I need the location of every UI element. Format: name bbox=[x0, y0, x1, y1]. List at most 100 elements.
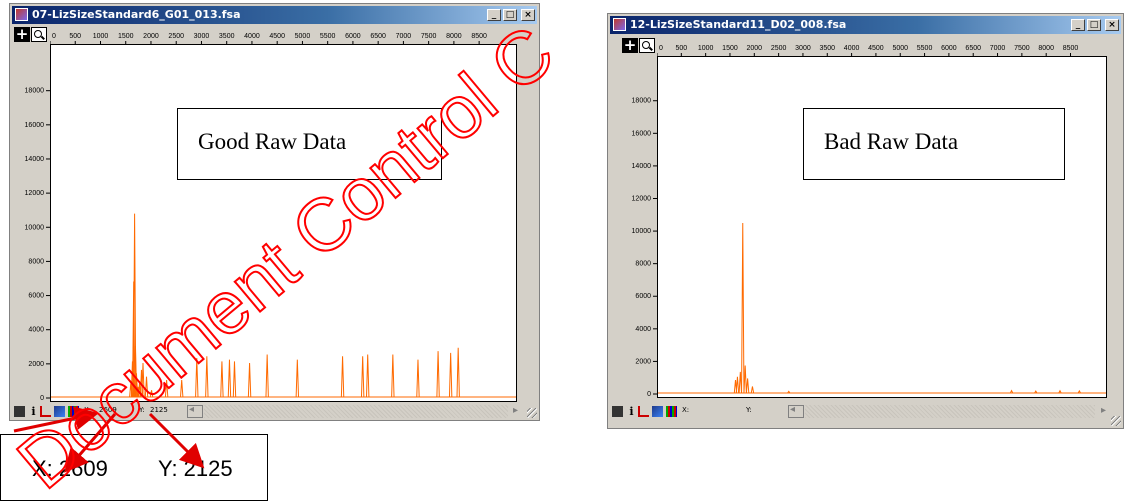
x-tick-label: 2500 bbox=[771, 45, 787, 52]
x-tick-label: 0 bbox=[659, 45, 663, 52]
maximize-button[interactable]: □ bbox=[1087, 19, 1101, 31]
y-tick-label: 2000 bbox=[28, 361, 44, 368]
crosshair-tool-icon[interactable]: + bbox=[622, 38, 638, 53]
scroll-right-button[interactable]: ▸ bbox=[509, 405, 522, 418]
color-bars-icon[interactable] bbox=[68, 406, 79, 417]
trace-peak bbox=[232, 361, 237, 398]
x-coord-value: 2609 bbox=[99, 406, 117, 414]
callout-x-text: X: 2609 bbox=[32, 456, 108, 481]
trace-peak bbox=[340, 356, 345, 398]
trace-peak bbox=[164, 379, 169, 398]
x-tick-label: 2500 bbox=[168, 33, 184, 40]
coordinate-callout: X: 2609 Y: 2125 bbox=[0, 434, 268, 501]
x-coord-label: X: bbox=[682, 406, 690, 414]
axis-icon[interactable] bbox=[40, 406, 51, 417]
right-y-axis: 0 2000 4000 6000 8000 10000 12000 14000 16000 180… bbox=[632, 98, 657, 398]
y-tick-label: 8000 bbox=[635, 261, 651, 268]
y-tick-label: 18000 bbox=[25, 88, 45, 95]
left-y-axis: 0 2000 4000 6000 8000 10000 12000 14000 16000 180… bbox=[25, 88, 50, 402]
x-tick-label: 7500 bbox=[1014, 45, 1030, 52]
y-tick-label: 0 bbox=[647, 391, 651, 398]
x-tick-label: 1500 bbox=[722, 45, 738, 52]
y-tick-label: 18000 bbox=[632, 98, 652, 105]
x-tick-label: 2000 bbox=[747, 45, 763, 52]
bad-raw-data-text: Bad Raw Data bbox=[824, 129, 959, 154]
trace-peak bbox=[180, 379, 184, 398]
x-tick-label: 5000 bbox=[892, 45, 908, 52]
x-tick-label: 4500 bbox=[868, 45, 884, 52]
mountain-icon[interactable] bbox=[652, 406, 663, 417]
mountain-icon[interactable] bbox=[54, 406, 65, 417]
x-coord-label: X: bbox=[84, 406, 92, 414]
y-tick-label: 2000 bbox=[635, 358, 651, 365]
y-coord-value: 2125 bbox=[150, 406, 168, 414]
info-icon[interactable]: i bbox=[626, 406, 637, 417]
color-bars-icon[interactable] bbox=[666, 406, 677, 417]
y-tick-label: 0 bbox=[40, 395, 44, 402]
y-tick-label: 6000 bbox=[28, 293, 44, 300]
x-tick-label: 3500 bbox=[219, 33, 235, 40]
right-title-bar[interactable]: 12-LizSizeStandard11_D02_008.fsa _ □ × bbox=[610, 16, 1121, 34]
trace-peak bbox=[436, 351, 440, 398]
crosshair-tool-icon[interactable]: + bbox=[14, 27, 30, 42]
left-status-bar: i X: 2609 Y: 2125 ▸ bbox=[12, 404, 537, 420]
trace-peak bbox=[144, 376, 149, 398]
x-tick-label: 5000 bbox=[295, 33, 311, 40]
x-tick-label: 5500 bbox=[917, 45, 933, 52]
zoom-tool-icon[interactable] bbox=[639, 38, 655, 53]
calculator-icon[interactable] bbox=[14, 406, 25, 417]
good-raw-data-label: Good Raw Data bbox=[177, 108, 442, 180]
x-tick-label: 500 bbox=[675, 45, 687, 52]
scroll-right-button[interactable]: ▸ bbox=[1097, 405, 1110, 418]
info-icon[interactable]: i bbox=[28, 406, 39, 417]
minimize-button[interactable]: _ bbox=[1071, 19, 1085, 31]
trace-peak bbox=[247, 363, 252, 398]
x-tick-label: 7000 bbox=[396, 33, 412, 40]
x-tick-label: 3500 bbox=[819, 45, 835, 52]
x-tick-label: 7000 bbox=[990, 45, 1006, 52]
y-tick-label: 14000 bbox=[25, 156, 45, 163]
bad-raw-data-label: Bad Raw Data bbox=[803, 108, 1065, 180]
y-tick-label: 12000 bbox=[25, 190, 45, 197]
trace-peak bbox=[227, 359, 232, 398]
close-button[interactable]: × bbox=[521, 9, 535, 21]
zoom-tool-icon[interactable] bbox=[31, 27, 47, 42]
scroll-left-button[interactable] bbox=[187, 404, 203, 418]
trace-peak bbox=[265, 354, 269, 398]
x-tick-label: 5500 bbox=[320, 33, 336, 40]
x-tick-label: 4000 bbox=[844, 45, 860, 52]
y-tick-label: 12000 bbox=[632, 195, 652, 202]
y-tick-label: 14000 bbox=[632, 163, 652, 170]
trace-peak bbox=[391, 354, 395, 398]
left-title-bar[interactable]: 07-LizSizeStandard6_G01_013.fsa _ □ × bbox=[12, 6, 537, 24]
scroll-left-button[interactable] bbox=[788, 404, 804, 418]
close-button[interactable]: × bbox=[1105, 19, 1119, 31]
good-raw-data-text: Good Raw Data bbox=[198, 129, 347, 154]
x-tick-label: 8000 bbox=[1038, 45, 1054, 52]
left-x-axis: 0 500 1000 1500 2000 2500 3000 3500 4000 4500 5000… bbox=[50, 33, 487, 44]
trace-peak bbox=[416, 359, 420, 398]
resize-grip-icon[interactable] bbox=[1111, 416, 1121, 426]
x-tick-label: 8500 bbox=[471, 33, 487, 40]
axis-icon[interactable] bbox=[638, 406, 649, 417]
trace-peak bbox=[141, 363, 145, 398]
maximize-button[interactable]: □ bbox=[503, 9, 517, 21]
resize-grip-icon[interactable] bbox=[527, 408, 537, 418]
minimize-button[interactable]: _ bbox=[487, 9, 501, 21]
calculator-icon[interactable] bbox=[612, 406, 623, 417]
trace-peak bbox=[295, 359, 300, 398]
y-tick-label: 6000 bbox=[635, 293, 651, 300]
x-tick-label: 1000 bbox=[698, 45, 714, 52]
x-tick-label: 8000 bbox=[446, 33, 462, 40]
y-tick-label: 10000 bbox=[632, 228, 652, 235]
trace-peak bbox=[741, 222, 745, 394]
trace-peak bbox=[743, 365, 747, 394]
x-tick-label: 6000 bbox=[941, 45, 957, 52]
left-plot-area[interactable] bbox=[50, 44, 517, 402]
scroll-track[interactable] bbox=[805, 405, 1095, 418]
app-icon bbox=[15, 8, 28, 21]
x-tick-label: 4500 bbox=[269, 33, 285, 40]
y-tick-label: 4000 bbox=[28, 327, 44, 334]
right-window: 12-LizSizeStandard11_D02_008.fsa _ □ × +… bbox=[607, 13, 1124, 429]
scroll-track[interactable] bbox=[204, 405, 508, 418]
